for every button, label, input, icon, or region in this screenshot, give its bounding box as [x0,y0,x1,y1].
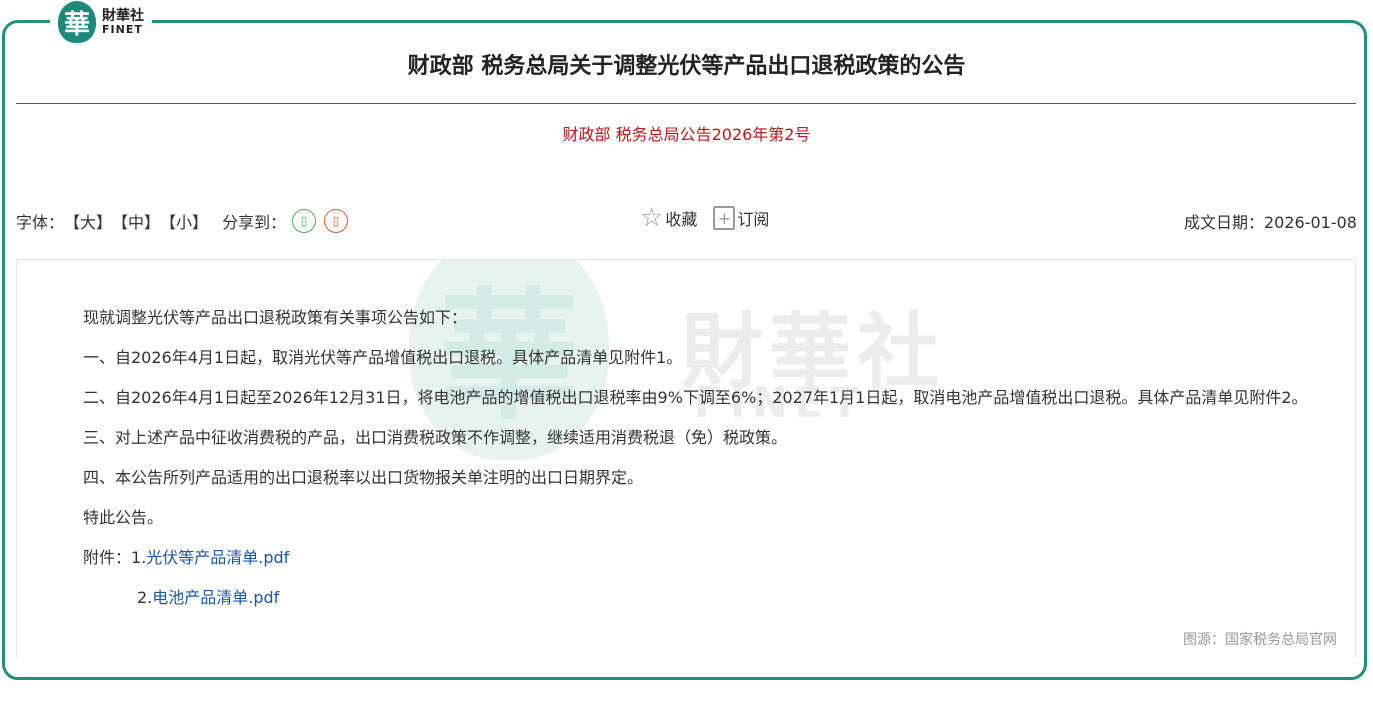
article-content: 華 財華社 FINET 现就调整光伏等产品出口退税政策有关事项公告如下： 一、自… [16,259,1356,659]
font-medium-button[interactable]: 【中】 [112,209,160,233]
attachment-1-index: 1. [131,548,147,567]
title-divider [16,103,1356,104]
wechat-icon[interactable]: ▯ [292,209,317,233]
font-small-button[interactable]: 【小】 [160,209,208,233]
logo-name-cn: 財華社 [102,7,144,24]
favorite-button[interactable]: ☆ 收藏 [640,205,697,231]
finet-logo[interactable]: 華 財華社 FINET [50,0,152,44]
favorite-label: 收藏 [665,210,698,229]
article-title: 财政部 税务总局关于调整光伏等产品出口退税政策的公告 [407,54,966,79]
article-body: 现就调整光伏等产品出口退税政策有关事项公告如下： 一、自2026年4月1日起，取… [47,298,1327,618]
article-toolbar: 字体： 【大】 【中】 【小】 分享到： ▯ ▯ ☆ 收藏 + 订阅 成文日期：… [16,205,1357,235]
document-date: 成文日期：2026-01-08 [1184,213,1357,232]
subscribe-label: 订阅 [737,210,770,229]
paragraph-item-1: 一、自2026年4月1日起，取消光伏等产品增值税出口退税。具体产品清单见附件1。 [83,348,683,367]
font-large-button[interactable]: 【大】 [64,209,112,233]
paragraph-closing: 特此公告。 [83,508,164,527]
attachment-line-2: 2.电池产品清单.pdf [47,578,1327,618]
attachment-2-index: 2. [137,588,153,607]
logo-badge: 華 [58,1,96,43]
article-subtitle: 财政部 税务总局公告2026年第2号 [562,125,811,144]
paragraph-intro: 现就调整光伏等产品出口退税政策有关事项公告如下： [83,308,468,327]
logo-text: 財華社 FINET [102,9,144,35]
paragraph-item-3: 三、对上述产品中征收消费税的产品，出口消费税政策不作调整，继续适用消费税退（免）… [83,428,788,447]
article-actions: ☆ 收藏 + 订阅 [640,205,769,231]
paragraph-item-2: 二、自2026年4月1日起至2026年12月31日，将电池产品的增值税出口退税率… [83,388,1308,407]
subscribe-icon: + [713,206,736,230]
logo-name-en: FINET [102,22,143,36]
weibo-icon[interactable]: ▯ [324,209,349,233]
attachment-line-1: 附件：1.光伏等产品清单.pdf [47,538,1327,578]
attachment-1-link[interactable]: 光伏等产品清单.pdf [146,548,289,567]
font-size-control: 字体： 【大】 【中】 【小】 分享到： ▯ ▯ [16,209,349,233]
share-label: 分享到： [222,213,287,232]
paragraph-item-4: 四、本公告所列产品适用的出口退税率以出口货物报关单注明的出口日期界定。 [83,468,644,487]
font-size-label: 字体： [16,213,65,232]
subscribe-button[interactable]: + 订阅 [713,206,769,230]
image-source: 图源：国家税务总局官网 [1183,632,1337,648]
attachment-2-link[interactable]: 电池产品清单.pdf [152,588,279,607]
star-icon: ☆ [640,203,664,233]
attachments-label: 附件： [83,548,132,567]
